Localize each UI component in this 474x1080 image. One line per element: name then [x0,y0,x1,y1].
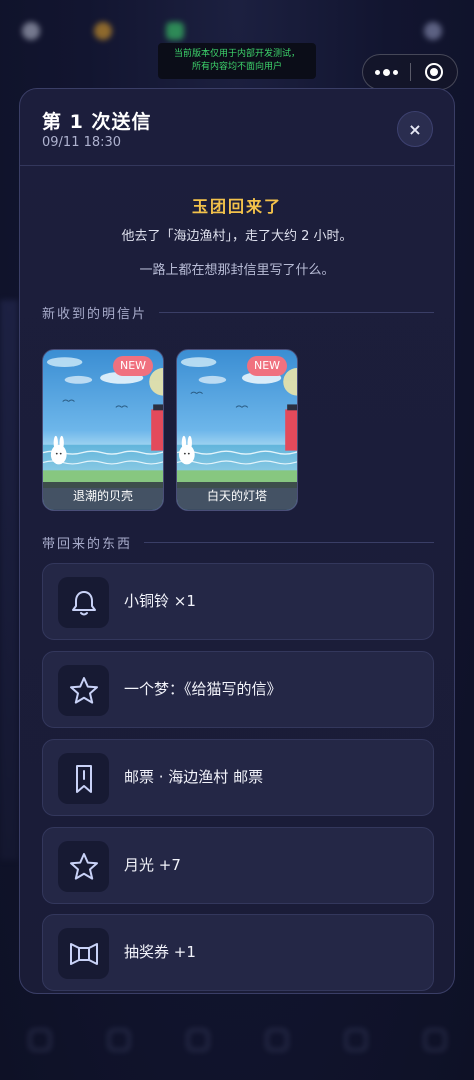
postcards-section-title: 新收到的明信片 [42,307,148,322]
return-title: 玉团回来了 [191,197,282,216]
new-badge: NEW [247,356,287,376]
bag-icon [186,1029,209,1051]
miniprogram-capsule [362,54,458,90]
more-menu-button[interactable] [363,55,410,89]
map-icon [107,1029,130,1051]
close-icon: × [408,119,422,139]
reward-item-label: 小铜铃 ×1 [124,592,196,610]
reward-item[interactable]: 小铜铃 ×1 [42,563,434,640]
settings-icon [423,1029,446,1051]
dot-icon [392,69,398,75]
dev-notice-line1: 当前版本仅用于内部开发测试， [173,49,300,59]
section-divider [159,312,434,313]
moon-icon [22,22,40,40]
background-nav-bag [186,1029,209,1051]
new-badge: NEW [113,356,153,376]
background-nav-shop [344,1029,367,1051]
home-icon [28,1029,51,1051]
dot-icon [382,68,390,76]
postcard-label: 退潮的贝壳 [43,482,163,510]
reward-item[interactable]: 邮票 · 海边渔村 邮票 [42,739,434,816]
shop-icon [344,1029,367,1051]
dev-notice-line2: 所有内容均不面向用户 [191,62,282,72]
dot-icon [374,69,380,75]
letter-result-modal: 第 1 次送信 09/11 18:30 × 玉团回来了 他去了「海边渔村」，走了… [19,88,455,994]
reward-item[interactable]: 月光 +7 [42,827,434,904]
section-divider [144,542,434,543]
postcard-label: 白天的灯塔 [177,482,297,510]
close-button[interactable]: × [397,111,433,147]
reward-item-label: 邮票 · 海边渔村 邮票 [124,768,264,786]
background-side-panel [0,300,18,860]
star-icon [58,841,109,892]
background-nav-home [28,1029,51,1051]
background-nav-settings [423,1029,446,1051]
settings-icon [424,22,442,40]
background-bottom-nav [0,1000,474,1080]
background-nav-mail [265,1029,288,1051]
background-resource-moon [22,22,40,40]
bell-icon [58,577,109,628]
reward-item-label: 一个梦：《给猫写的信》 [124,680,282,698]
modal-title: 第 1 次送信 [42,111,152,133]
background-resource-settings [424,22,442,40]
ticket-icon [58,928,109,979]
reward-item-label: 月光 +7 [124,856,181,874]
postcard-card[interactable]: NEW 白天的灯塔 [176,349,298,511]
exit-miniprogram-button[interactable] [410,55,457,89]
return-description: 他去了「海边渔村」，走了大约 2 小时。 [121,229,353,244]
background-nav-map [107,1029,130,1051]
modal-timestamp: 09/11 18:30 [42,135,122,150]
background-resource-coin [94,22,112,40]
mail-icon [265,1029,288,1051]
postcard-card[interactable]: NEW 退潮的贝壳 [42,349,164,511]
app-root: 当前版本仅用于内部开发测试， 所有内容均不面向用户 第 1 次送信 09/11 … [0,0,474,1080]
star-icon [58,665,109,716]
return-thought: 一路上都在想那封信里写了什么。 [139,263,335,278]
items-section-title: 带回来的东西 [42,537,133,552]
gem-icon [166,22,184,40]
postcards-section-header: 新收到的明信片 [42,303,434,322]
target-icon [424,63,443,81]
reward-item-label: 抽奖券 +1 [124,943,196,961]
reward-item[interactable]: 抽奖券 +1 [42,914,434,991]
background-resource-gem [166,22,184,40]
dev-notice: 当前版本仅用于内部开发测试， 所有内容均不面向用户 [158,43,316,79]
bookmark-icon [58,753,109,804]
reward-item[interactable]: 一个梦：《给猫写的信》 [42,651,434,728]
items-section-header: 带回来的东西 [42,533,434,552]
coin-icon [94,22,112,40]
modal-header: 第 1 次送信 09/11 18:30 × [20,89,454,166]
